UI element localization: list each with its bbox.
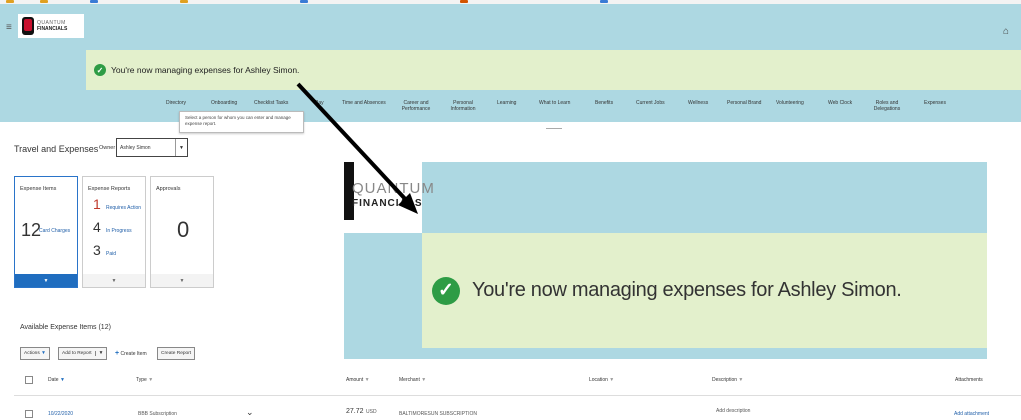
callout-arrow xyxy=(296,82,418,214)
arrow-shaft xyxy=(296,82,410,204)
